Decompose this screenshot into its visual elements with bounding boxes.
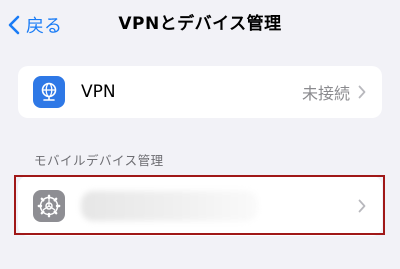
device-management-row[interactable] [18,176,382,236]
vpn-globe-icon [33,76,65,108]
vpn-row[interactable]: VPN 未接続 [18,66,382,118]
chevron-right-icon [358,85,366,99]
section-header-mdm: モバイルデバイス管理 [34,153,164,168]
gear-icon [33,190,65,222]
vpn-status-value: 未接続 [301,84,350,103]
chevron-right-icon [358,199,366,213]
page-title: VPNとデバイス管理 [118,14,282,34]
navigation-bar: 戻る VPNとデバイス管理 [0,0,400,50]
vpn-label: VPN [81,82,116,102]
blurred-profile-name [81,191,258,221]
